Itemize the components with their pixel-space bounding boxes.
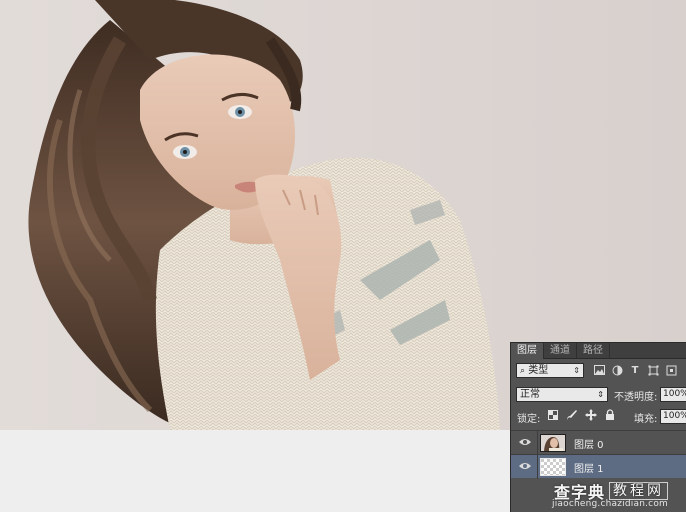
search-icon: ⌕: [520, 366, 526, 376]
layer-row-0[interactable]: 图层 0: [511, 430, 686, 455]
lock-row: 锁定: 填充: 100%: [511, 409, 686, 425]
layer-row-1[interactable]: 图层 1: [511, 454, 686, 479]
fill-input[interactable]: 100%: [660, 409, 686, 424]
opacity-label: 不透明度:: [614, 392, 658, 403]
shape-filter-icon[interactable]: [647, 364, 659, 376]
lock-pixels-icon[interactable]: [566, 409, 578, 421]
tab-layers[interactable]: 图层: [511, 343, 544, 359]
lock-all-icon[interactable]: [604, 409, 616, 421]
lock-label: 锁定:: [517, 414, 541, 425]
watermark: 查字典 教程网 jiaocheng.chazidian.com: [516, 479, 686, 512]
chevron-updown-icon: ⇕: [597, 390, 604, 399]
smart-object-filter-icon[interactable]: [665, 364, 677, 376]
text-filter-icon[interactable]: T: [629, 364, 641, 376]
watermark-box-text: 教程网: [609, 482, 669, 500]
chevron-updown-icon: ⇕: [573, 366, 580, 375]
lock-position-icon[interactable]: [585, 409, 597, 421]
tab-channels[interactable]: 通道: [544, 343, 577, 359]
filter-type-value: 类型: [528, 365, 549, 376]
filter-row: ⌕ 类型 ⇕ T: [511, 363, 686, 379]
watermark-url: jiaocheng.chazidian.com: [552, 499, 668, 509]
blend-row: 正常 ⇕ 不透明度: 100%: [511, 387, 686, 403]
layer-name: 图层 0: [574, 440, 604, 451]
fill-label: 填充:: [634, 414, 658, 425]
blend-mode-select[interactable]: 正常 ⇕: [516, 387, 608, 402]
tab-paths[interactable]: 路径: [577, 343, 610, 359]
adjustment-filter-icon[interactable]: [611, 364, 623, 376]
image-filter-icon[interactable]: [593, 364, 605, 376]
eye-icon[interactable]: [519, 437, 531, 447]
divider: [537, 455, 538, 479]
eye-icon[interactable]: [519, 461, 531, 471]
panel-tabs: 图层 通道 路径: [511, 343, 686, 359]
layer-thumbnail-photo: [540, 434, 566, 452]
blend-mode-value: 正常: [520, 389, 540, 400]
filter-type-select[interactable]: ⌕ 类型 ⇕: [516, 363, 584, 378]
layer-name: 图层 1: [574, 464, 604, 475]
lock-transparent-icon[interactable]: [547, 409, 559, 421]
divider: [537, 431, 538, 455]
opacity-input[interactable]: 100%: [660, 387, 686, 402]
layer-thumbnail-transparent: [540, 458, 566, 476]
